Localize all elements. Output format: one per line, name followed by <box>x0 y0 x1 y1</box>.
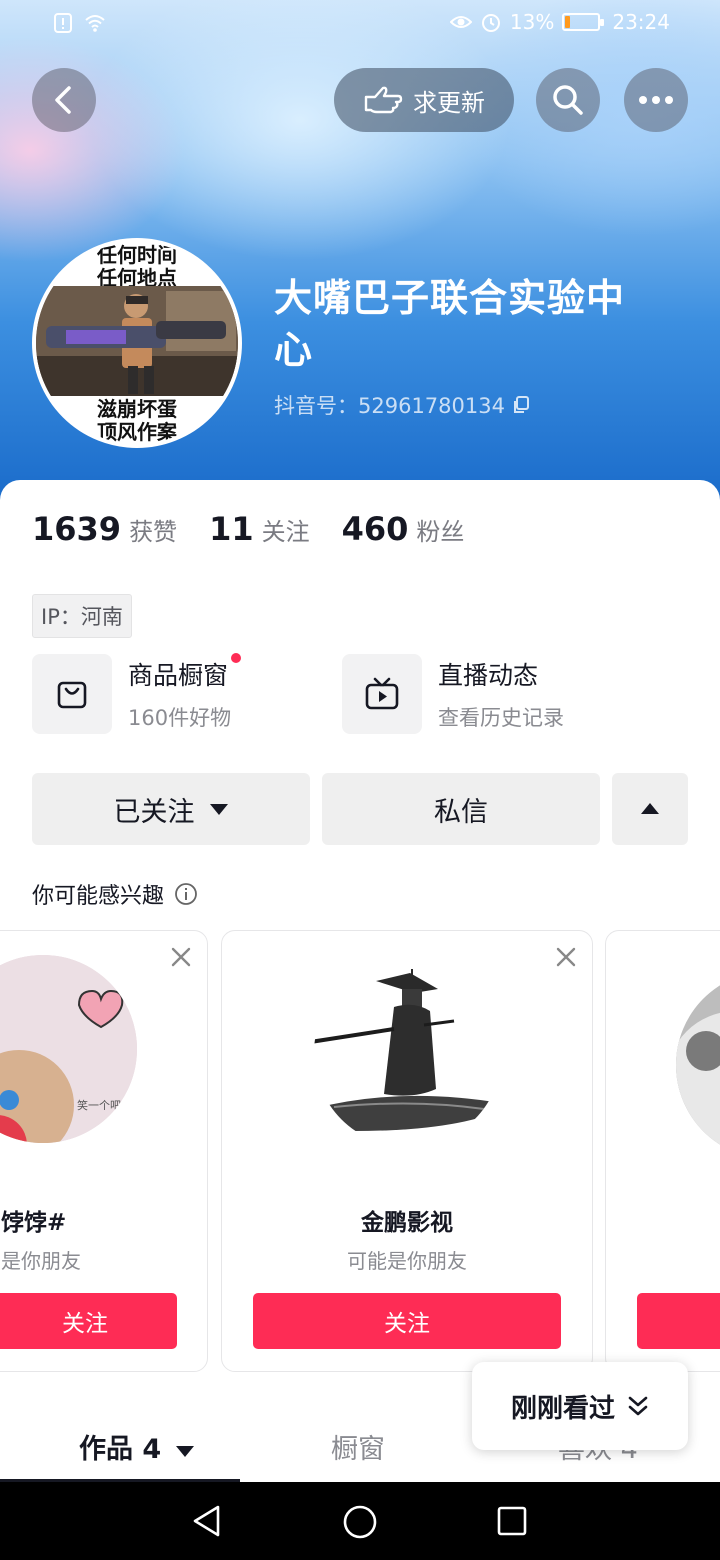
product-showcase-entry[interactable]: 商品橱窗 160件好物 <box>32 653 242 734</box>
recommendation-card[interactable] <box>605 930 720 1372</box>
eye-icon <box>449 16 472 28</box>
recommendation-subtitle: 可能是你朋友 <box>347 1249 467 1273</box>
back-button[interactable] <box>32 68 96 132</box>
tab-works[interactable]: 作品 4 <box>79 1427 195 1466</box>
follow-button[interactable]: 关注 <box>0 1293 177 1349</box>
system-navigation-bar <box>0 1482 720 1560</box>
live-history-entry[interactable]: 直播动态 查看历史记录 <box>342 654 564 734</box>
alarm-icon <box>481 14 500 32</box>
notification-dot <box>231 653 242 663</box>
avatar-caption: 笑一个吧 <box>77 1099 121 1112</box>
likes-label: 获赞 <box>129 518 178 546</box>
request-update-label: 求更新 <box>413 88 485 117</box>
recommendation-card[interactable]: 笑一个吧 饽饽# 是你朋友 关注 <box>0 930 208 1372</box>
profile-username: 大嘴巴子联合实验中 心 <box>274 276 626 372</box>
collapse-recommendations-button[interactable] <box>612 773 688 845</box>
just-viewed-label: 刚刚看过 <box>510 1393 615 1424</box>
feature-icon-box <box>32 654 112 734</box>
followed-button[interactable]: 已关注 <box>32 773 310 845</box>
request-update-button[interactable]: 求更新 <box>334 68 514 132</box>
message-button[interactable]: 私信 <box>322 773 600 845</box>
profile-stats: 1639 获赞 11 关注 460 粉丝 <box>32 510 496 548</box>
follow-label: 关注 <box>62 1311 108 1337</box>
chevron-left-icon <box>55 86 71 114</box>
caret-down-icon <box>175 1446 194 1457</box>
recommendation-name: 金鹏影视 <box>361 1210 453 1236</box>
battery-level <box>565 16 570 28</box>
avatar-image <box>36 286 238 396</box>
follow-button[interactable] <box>637 1293 720 1349</box>
shopping-bag-icon <box>57 681 87 709</box>
feature-icon-box <box>342 654 422 734</box>
caret-down-icon <box>209 804 228 815</box>
wifi-icon <box>85 15 105 32</box>
avatar-caption-bottom: 滋崩坏蛋 顶风作案 <box>97 397 177 444</box>
follow-label: 关注 <box>384 1311 430 1337</box>
tab-showcase[interactable]: 橱窗 <box>331 1427 385 1466</box>
tv-play-icon <box>365 677 399 710</box>
following-count[interactable]: 11 <box>209 510 254 548</box>
likes-count[interactable]: 1639 <box>32 510 121 548</box>
copy-icon[interactable] <box>511 395 531 415</box>
status-time: 23:24 <box>612 10 670 34</box>
followers-label: 粉丝 <box>416 518 465 546</box>
search-button[interactable] <box>536 68 600 132</box>
nav-recents-icon[interactable] <box>496 1505 528 1537</box>
follow-button[interactable]: 关注 <box>253 1293 561 1349</box>
recommendation-subtitle: 是你朋友 <box>1 1249 81 1273</box>
nav-home-icon[interactable] <box>342 1504 378 1540</box>
info-icon[interactable] <box>174 882 198 906</box>
recommendation-name: 饽饽# <box>1 1210 67 1236</box>
product-showcase-subtitle: 160件好物 <box>128 706 232 730</box>
ip-location-tag: IP：河南 <box>32 594 132 638</box>
tab-showcase-label: 橱窗 <box>331 1434 385 1465</box>
double-chevron-down-icon <box>628 1396 648 1416</box>
avatar-caption-top: 任何时间 任何地点 <box>97 243 177 290</box>
interest-title-text: 你可能感兴趣 <box>32 884 165 909</box>
status-bar: 13% 23:24 <box>0 0 720 48</box>
douyin-id-text: 抖音号：52961780134 <box>274 394 505 418</box>
more-dots-icon <box>639 96 673 104</box>
battery-percent: 13% <box>509 10 555 34</box>
interest-section-title: 你可能感兴趣 <box>32 878 198 910</box>
just-viewed-button[interactable]: 刚刚看过 <box>472 1362 688 1450</box>
caret-up-icon <box>641 803 659 814</box>
close-icon[interactable] <box>169 945 193 969</box>
tab-works-label: 作品 4 <box>79 1434 162 1465</box>
alert-sim-icon <box>54 13 72 33</box>
recommendation-card[interactable]: 金鹏影视 可能是你朋友 关注 <box>221 930 593 1372</box>
followed-label: 已关注 <box>113 796 195 828</box>
close-icon[interactable] <box>554 945 578 969</box>
douyin-id[interactable]: 抖音号：52961780134 <box>274 390 531 420</box>
more-button[interactable] <box>624 68 688 132</box>
search-icon <box>553 85 583 115</box>
followers-count[interactable]: 460 <box>342 510 409 548</box>
following-label: 关注 <box>261 518 310 546</box>
profile-avatar[interactable]: 任何时间 任何地点 滋崩坏蛋 顶风作案 <box>32 238 242 448</box>
live-history-title: 直播动态 <box>438 661 539 690</box>
message-label: 私信 <box>434 796 488 828</box>
recommendation-avatar <box>676 971 720 1159</box>
battery-icon <box>562 13 605 31</box>
product-showcase-title: 商品橱窗 <box>128 661 229 690</box>
pointing-hand-icon <box>364 86 403 114</box>
live-history-subtitle: 查看历史记录 <box>438 706 564 730</box>
nav-back-icon[interactable] <box>190 1504 224 1538</box>
profile-content-card: 1639 获赞 11 关注 460 粉丝 IP：河南 商品橱窗 160件好物 直… <box>0 480 720 1482</box>
recommendation-avatar: 笑一个吧 <box>0 955 137 1143</box>
recommendation-avatar <box>314 959 502 1147</box>
